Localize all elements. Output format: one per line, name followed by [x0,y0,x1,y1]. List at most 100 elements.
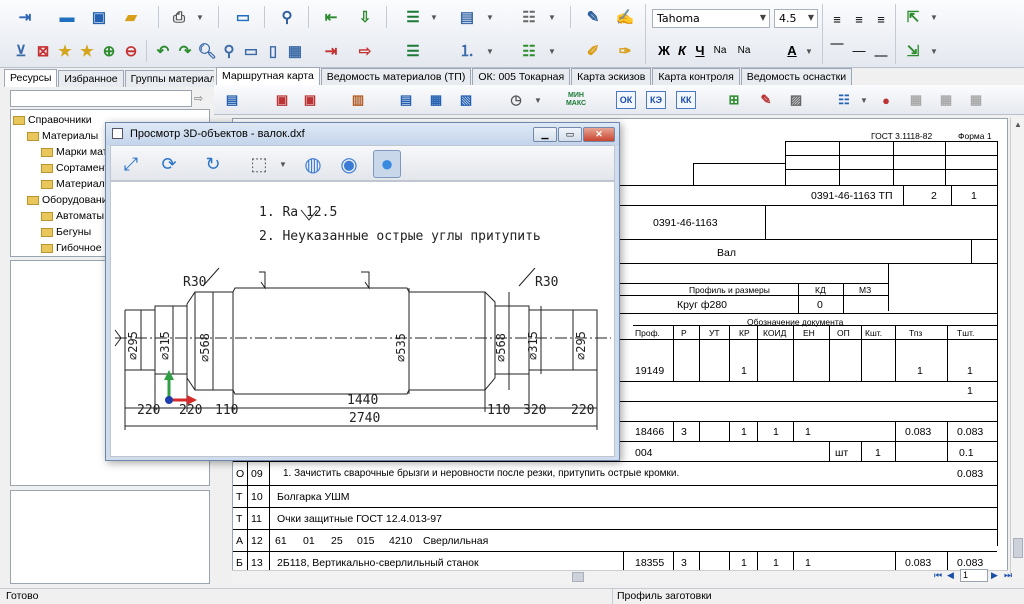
shaded-sphere-icon[interactable]: ● [373,150,401,178]
list-settings-dropdown-icon[interactable]: ▼ [860,96,868,105]
tab-resources[interactable]: Ресурсы [4,69,58,87]
tree-item[interactable]: Оборудование [27,194,113,206]
clipboard-icon[interactable]: ▤ [454,4,480,30]
insert-row-icon[interactable]: ⇱ [900,4,926,30]
bold-button[interactable]: Ж [654,40,674,60]
italic-button[interactable]: К [672,40,692,60]
list-settings-icon[interactable]: ☷ [832,88,856,112]
valign-top-icon[interactable]: ⎺ [827,40,847,60]
last-page-icon[interactable]: ⏭ [1004,570,1012,581]
tab-favorites[interactable]: Избранное [58,70,124,87]
document-icon[interactable]: ▤ [220,88,244,112]
print-dropdown-icon[interactable]: ▼ [196,13,204,22]
align-left-icon[interactable]: ≡ [827,9,847,29]
search-go-icon[interactable]: ⇨ [194,92,203,105]
tab-tooling-list[interactable]: Ведомость оснастки [740,68,853,85]
tab-sketch-card[interactable]: Карта эскизов [571,68,652,85]
spell-check-icon[interactable]: ✎ [580,4,606,30]
edit-sketch-icon[interactable]: ✎ [754,88,778,112]
list-dropdown-icon[interactable]: ▼ [430,13,438,22]
box-icon[interactable]: ▥ [346,88,370,112]
exit-icon[interactable]: ⇥ [12,4,38,30]
scroll-up-icon[interactable]: ▲ [1014,120,1022,129]
rotate-view-icon[interactable]: ⟳ [155,150,183,178]
row-add-icon[interactable]: ☷ [516,38,542,64]
tab-control-card[interactable]: Карта контроля [652,68,740,85]
print-icon[interactable]: ⎙ [166,4,192,30]
tab-materials-list[interactable]: Ведомость материалов (ТП) [320,68,472,85]
search-input[interactable] [10,90,192,107]
table-rows-icon[interactable]: ☷ [516,4,542,30]
paste-icon[interactable]: ▤ [394,88,418,112]
font-size-select[interactable]: 4.5 ▼ [774,9,818,28]
clipboard-dropdown-icon[interactable]: ▼ [486,13,494,22]
ok-button[interactable]: ОК [616,91,636,109]
list-icon[interactable]: ☰ [400,4,426,30]
font-name-select[interactable]: Tahoma ▼ [652,9,770,28]
numbered-list-dropdown-icon[interactable]: ▼ [486,47,494,56]
close-button[interactable]: ✕ [583,127,615,142]
clear-format-icon[interactable]: ✑ [612,38,638,64]
edit-text-icon[interactable]: ✍ [612,4,638,30]
min-max-button[interactable]: МИН МАКС [564,88,588,112]
move-out-icon[interactable]: ⇨ [352,38,378,64]
insert-sketch-icon[interactable]: ⊞ [722,88,746,112]
text-color-dropdown-icon[interactable]: ▼ [805,47,813,56]
superscript-button[interactable]: Na [734,40,754,60]
vertical-scrollbar[interactable]: ▲ [1010,118,1024,578]
paste-special-icon[interactable]: ▦ [424,88,448,112]
folder-close-icon[interactable]: ▰ [118,4,144,30]
valign-middle-icon[interactable]: — [849,40,869,60]
tree-item[interactable]: Марки мате [41,146,113,158]
viewer-title-bar[interactable]: Просмотр 3D-объектов - валок.dxf ▁ ▭ ✕ [106,123,619,145]
insert-row-dropdown-icon[interactable]: ▼ [930,13,938,22]
text-color-button[interactable]: A [782,40,802,60]
list-bullets-icon[interactable]: ☰ [400,38,426,64]
box-view-dropdown-icon[interactable]: ▼ [279,160,287,169]
underline-button[interactable]: Ч [690,40,710,60]
table-rows-dropdown-icon[interactable]: ▼ [548,13,556,22]
maximize-button[interactable]: ▭ [558,127,582,142]
comment-icon[interactable]: ▭ [230,4,256,30]
vertical-scroll-thumb[interactable] [1013,538,1023,558]
tab-turning-op[interactable]: ОК: 005 Токарная [472,68,571,85]
minimize-button[interactable]: ▁ [533,127,557,142]
next-page-icon[interactable]: ▶ [991,570,998,581]
subscript-button[interactable]: Na [710,40,730,60]
page-number-input[interactable]: 1 [960,569,988,582]
briefcase-icon[interactable]: ▬ [54,4,80,30]
tree-item[interactable]: Бегуны [41,226,91,238]
tree-item[interactable]: Справочники [13,114,92,126]
clock-dropdown-icon[interactable]: ▼ [534,96,542,105]
remove-sketch-icon[interactable]: ▨ [784,88,808,112]
search-remove-icon[interactable]: ⊖ [118,38,144,64]
insert-column-dropdown-icon[interactable]: ▼ [930,47,938,56]
zoom-fit-icon[interactable]: ▦ [282,38,308,64]
horizontal-scroll-thumb[interactable] [572,572,584,582]
tree-item[interactable]: Материалы [27,130,98,142]
paste-settings-icon[interactable]: ▧ [454,88,478,112]
format-paint-icon[interactable]: ✐ [580,38,606,64]
binoculars-icon[interactable]: ⚲ [274,4,300,30]
shaded-wire-sphere-icon[interactable]: ◉ [335,150,363,178]
horizontal-scrollbar[interactable] [232,570,1008,584]
insert-column-icon[interactable]: ⇲ [900,38,926,64]
prev-page-icon[interactable]: ◀ [947,570,954,581]
image-doc2-icon[interactable]: ▣ [298,88,322,112]
ke-button[interactable]: КЭ [646,91,666,109]
fit-view-icon[interactable]: ⤢ [117,150,145,178]
save-icon[interactable]: ▣ [86,4,112,30]
clock-icon[interactable]: ◷ [504,88,528,112]
first-page-icon[interactable]: ⏮ [934,570,942,581]
wireframe-sphere-icon[interactable]: ◍ [299,150,327,178]
align-right-icon[interactable]: ≡ [871,9,891,29]
kk-button[interactable]: КК [676,91,696,109]
viewer-canvas[interactable]: 1. Ra 12.5 2. Неуказанные острые углы пр… [110,181,615,457]
align-center-icon[interactable]: ≡ [849,9,869,29]
move-down-icon[interactable]: ⇩ [352,4,378,30]
tree-item[interactable]: Автоматы [41,210,104,222]
box-view-icon[interactable]: ⬚ [245,150,273,178]
valign-bottom-icon[interactable]: ⎽ [871,40,891,60]
move-left-icon[interactable]: ⇤ [318,4,344,30]
image-doc-icon[interactable]: ▣ [270,88,294,112]
